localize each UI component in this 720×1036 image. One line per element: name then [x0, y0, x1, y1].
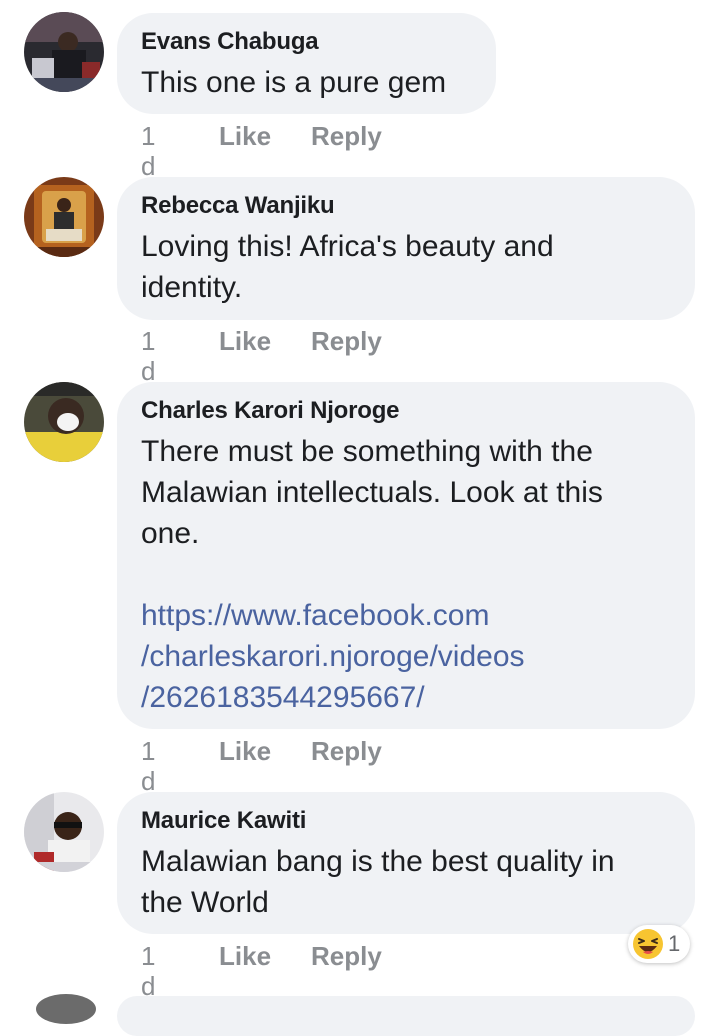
- like-button[interactable]: Like: [219, 736, 271, 766]
- avatar-photo-icon: [24, 792, 104, 872]
- commenter-name[interactable]: Maurice Kawiti: [141, 806, 671, 836]
- avatar-photo-icon: [24, 12, 104, 92]
- comment-timestamp[interactable]: 1 d: [141, 941, 155, 1001]
- comment-bubble[interactable]: Rebecca Wanjiku Loving this! Africa's be…: [117, 177, 695, 320]
- avatar[interactable]: [24, 382, 104, 462]
- comment-timestamp[interactable]: 1 d: [141, 121, 155, 181]
- avatar-photo-icon: [24, 382, 104, 462]
- avatar[interactable]: [24, 12, 104, 92]
- comment-bubble[interactable]: Maurice Kawiti Malawian bang is the best…: [117, 792, 695, 934]
- like-button[interactable]: Like: [219, 326, 271, 356]
- reaction-summary[interactable]: 1: [628, 925, 690, 963]
- like-button[interactable]: Like: [219, 941, 271, 971]
- comment-text-line: the World: [141, 886, 269, 919]
- comment-text-line: There must be something with the: [141, 435, 593, 468]
- laughing-emoji-icon: [633, 929, 663, 959]
- comment-bubble[interactable]: Evans Chabuga This one is a pure gem: [117, 13, 496, 114]
- comment-bubble[interactable]: Charles Karori Njoroge There must be som…: [117, 382, 695, 729]
- avatar[interactable]: [36, 994, 96, 1024]
- comment-link[interactable]: https://www.facebook.com: [141, 595, 671, 636]
- reply-button[interactable]: Reply: [311, 326, 382, 356]
- comment-timestamp[interactable]: 1 d: [141, 736, 155, 796]
- comment-text-line: identity.: [141, 271, 243, 304]
- comment-text-line: Malawian intellectuals. Look at this: [141, 476, 603, 509]
- comment-text-line: Loving this! Africa's beauty and: [141, 230, 554, 263]
- avatar[interactable]: [24, 177, 104, 257]
- comment-text-line: one.: [141, 517, 200, 550]
- reply-button[interactable]: Reply: [311, 941, 382, 971]
- like-button[interactable]: Like: [219, 121, 271, 151]
- comment-bubble[interactable]: [117, 996, 695, 1036]
- reaction-count: 1: [668, 931, 681, 956]
- reply-button[interactable]: Reply: [311, 121, 382, 151]
- comment-link[interactable]: /2626183544295667/: [141, 677, 671, 718]
- reply-button[interactable]: Reply: [311, 736, 382, 766]
- avatar[interactable]: [24, 792, 104, 872]
- comment-text: This one is a pure gem: [141, 66, 447, 99]
- comment-timestamp[interactable]: 1 d: [141, 326, 155, 386]
- commenter-name[interactable]: Evans Chabuga: [141, 27, 472, 57]
- comment-text-line: Malawian bang is the best quality in: [141, 845, 615, 878]
- commenter-name[interactable]: Rebecca Wanjiku: [141, 191, 671, 221]
- avatar-photo-icon: [24, 177, 104, 257]
- comment-link[interactable]: /charleskarori.njoroge/videos: [141, 636, 671, 677]
- commenter-name[interactable]: Charles Karori Njoroge: [141, 396, 671, 426]
